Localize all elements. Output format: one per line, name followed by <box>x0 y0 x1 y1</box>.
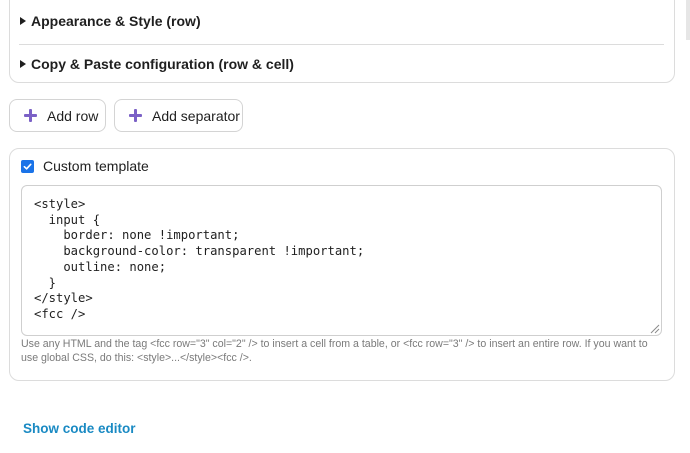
custom-template-checkbox[interactable] <box>21 159 34 173</box>
check-icon <box>23 163 32 170</box>
copy-paste-config-label: Copy & Paste configuration (row & cell) <box>31 56 294 72</box>
add-separator-button[interactable]: Add separator <box>114 99 243 132</box>
resize-grip-icon[interactable] <box>648 322 660 334</box>
custom-template-label: Custom template <box>43 158 149 174</box>
scrollbar-thumb[interactable] <box>686 0 690 40</box>
add-row-label: Add row <box>47 107 99 124</box>
template-helper-text: Use any HTML and the tag <fcc row="3" co… <box>21 338 648 364</box>
appearance-style-label: Appearance & Style (row) <box>31 13 201 29</box>
show-code-editor-link[interactable]: Show code editor <box>23 421 136 436</box>
copy-paste-config-toggle[interactable]: Copy & Paste configuration (row & cell) <box>20 54 294 74</box>
plus-icon <box>24 109 37 122</box>
section-divider <box>19 44 664 45</box>
add-separator-label: Add separator <box>152 107 240 124</box>
add-row-button[interactable]: Add row <box>9 99 106 132</box>
plus-icon <box>129 109 142 122</box>
page: Appearance & Style (row) Copy & Paste co… <box>0 0 690 453</box>
appearance-style-toggle[interactable]: Appearance & Style (row) <box>20 11 201 31</box>
template-code-textarea[interactable]: <style> input { border: none !important;… <box>21 185 662 336</box>
custom-template-checkbox-row[interactable]: Custom template <box>21 157 149 175</box>
triangle-right-icon <box>20 17 26 25</box>
triangle-right-icon <box>20 60 26 68</box>
